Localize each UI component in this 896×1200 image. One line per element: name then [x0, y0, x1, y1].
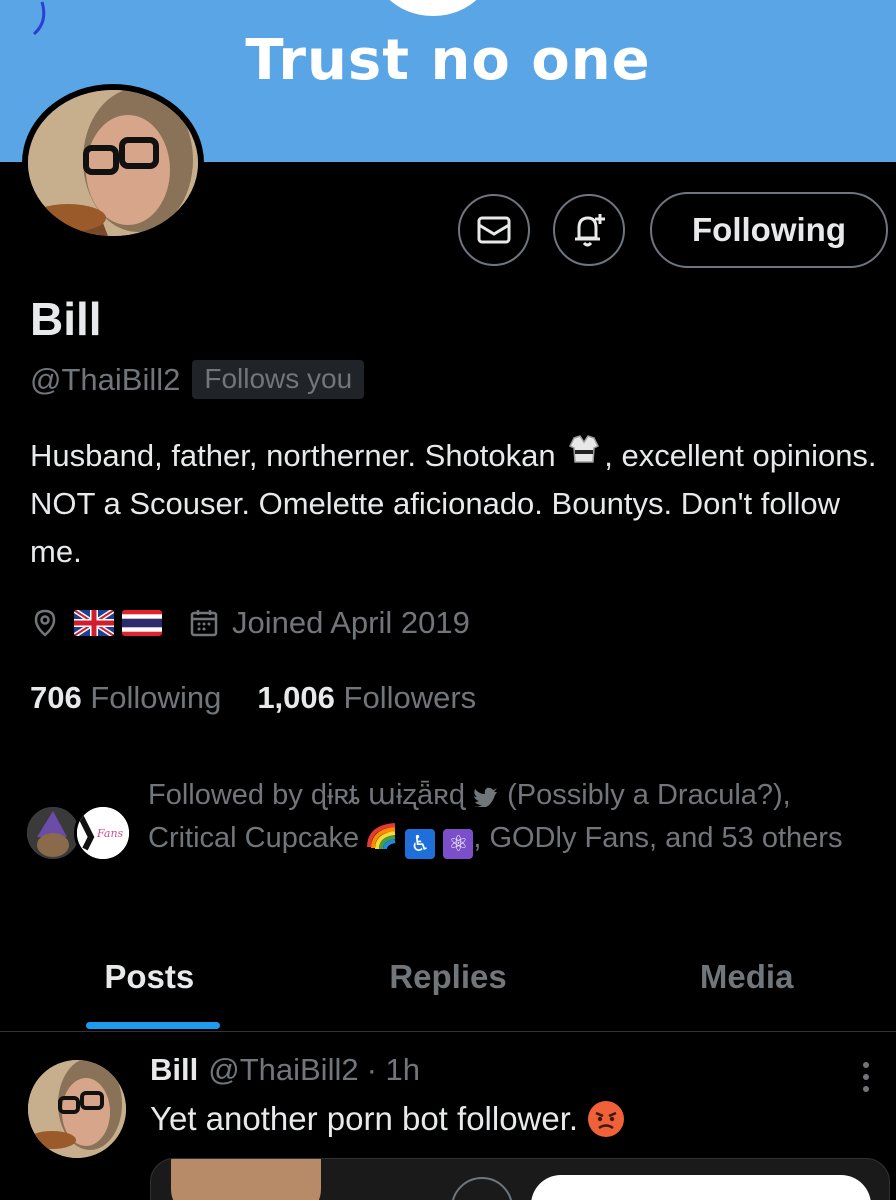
bird-icon [473, 787, 498, 808]
media-thumbnail [171, 1159, 321, 1200]
envelope-icon [477, 216, 511, 244]
post-time: · 1h [366, 1052, 421, 1087]
location-pin-icon [34, 609, 56, 637]
follower-name-2: Critical Cupcake [148, 822, 360, 854]
tab-posts[interactable]: Posts [0, 940, 299, 1031]
angry-face-icon [588, 1101, 625, 1137]
post-header: Bill @ThaiBill2 · 1h [150, 1052, 420, 1088]
following-stat-label: Following [90, 680, 222, 715]
followers-stat-label: Followers [343, 680, 477, 715]
active-tab-indicator [86, 1022, 220, 1029]
profile-handle: @ThaiBill2 [30, 361, 181, 397]
more-options-icon[interactable] [860, 1060, 872, 1094]
post-text: Yet another porn bot follower. [150, 1100, 579, 1137]
atom-icon: ⚛ [443, 829, 474, 859]
profile-meta: Joined April 2019 [30, 605, 470, 641]
notifications-button[interactable] [553, 194, 625, 266]
followers-stat-link[interactable]: 1,006 Followers [257, 680, 476, 716]
karate-gi-icon [564, 432, 604, 480]
tab-replies[interactable]: Replies [299, 940, 598, 1031]
post-media-card[interactable] [150, 1158, 890, 1200]
media-follow-back-button[interactable] [531, 1175, 871, 1200]
follow-stats: 706 Following 1,006 Followers [30, 680, 512, 716]
follower-avatar-fans: Fans [74, 804, 132, 862]
profile-avatar[interactable] [22, 84, 204, 242]
joined-date: Joined April 2019 [232, 605, 470, 640]
follower-name-1-suffix: (Possibly a Dracula?), [507, 779, 791, 811]
followed-by-prefix: Followed by [148, 779, 303, 811]
banner-title: Trust no one [245, 28, 651, 93]
uk-flag-icon [74, 610, 114, 636]
rainbow-icon [367, 821, 397, 851]
post-author-handle[interactable]: @ThaiBill2 [208, 1052, 358, 1088]
profile-bio: Husband, father, northerner. Shotokan , … [30, 432, 890, 576]
followed-by-text: Followed by ɖɨʀȶ աɨʐǟʀɖ (Possibly a Drac… [148, 774, 878, 860]
message-button[interactable] [458, 194, 530, 266]
follows-you-badge: Follows you [192, 360, 365, 399]
followed-by-avatars: Fans [24, 804, 136, 864]
post-author-name[interactable]: Bill [150, 1052, 198, 1088]
tab-media[interactable]: Media [597, 940, 896, 1031]
thailand-flag-icon [122, 610, 162, 636]
following-stat-link[interactable]: 706 Following [30, 680, 221, 716]
followed-by-suffix: , GODly Fans, and 53 others [473, 822, 843, 854]
wheelchair-icon: ♿ [405, 829, 436, 859]
media-icon-button[interactable] [451, 1177, 513, 1200]
followers-count: 1,006 [257, 680, 335, 715]
follower-name-1: ɖɨʀȶ աɨʐǟʀɖ [310, 779, 465, 811]
bell-plus-icon [575, 214, 605, 247]
profile-name: Bill [30, 293, 102, 345]
banner-cloud-shape [368, 0, 498, 16]
calendar-icon [190, 610, 218, 637]
post-author-avatar[interactable] [28, 1060, 126, 1158]
following-button[interactable]: Following [650, 192, 888, 268]
bio-text-part1: Husband, father, northerner. Shotokan [30, 438, 556, 473]
handle-row: @ThaiBill2 Follows you [30, 360, 365, 399]
following-count: 706 [30, 680, 82, 715]
profile-tabs: Posts Replies Media [0, 940, 896, 1032]
post-text-row: Yet another porn bot follower. [150, 1100, 625, 1138]
avatar-image [28, 90, 198, 236]
svg-text:Fans: Fans [96, 827, 124, 840]
